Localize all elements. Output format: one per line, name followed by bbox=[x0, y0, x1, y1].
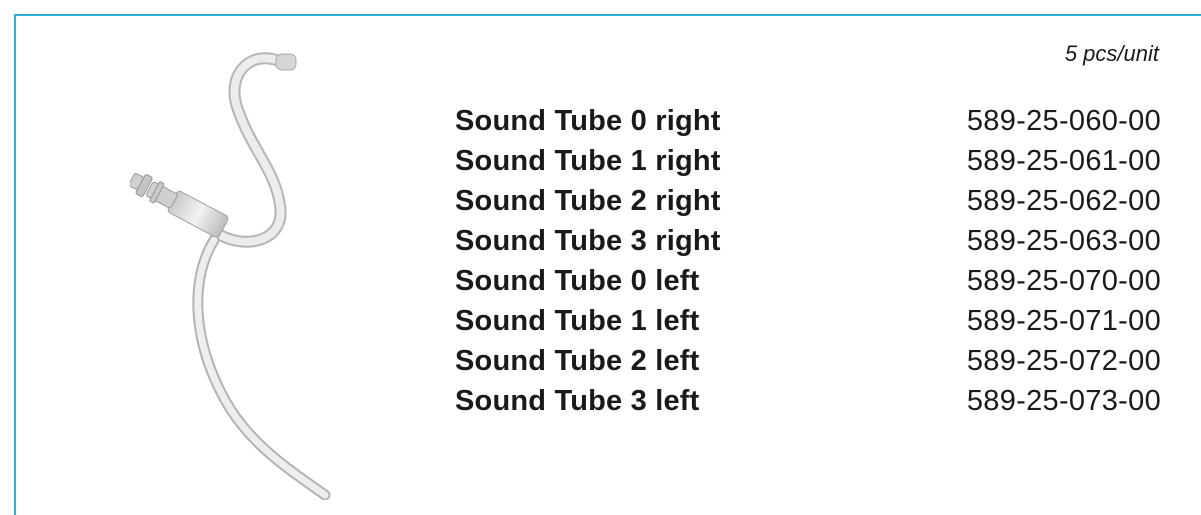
part-name: Sound Tube 0 left bbox=[455, 265, 700, 297]
part-number: 589-25-073-00 bbox=[966, 385, 1161, 417]
units-per-package-note: 5 pcs/unit bbox=[1064, 41, 1159, 66]
part-name: Sound Tube 3 left bbox=[455, 385, 700, 417]
part-row: Sound Tube 2 left 589-25-072-00 bbox=[455, 341, 1161, 381]
part-number: 589-25-060-00 bbox=[966, 105, 1161, 137]
part-row: Sound Tube 1 right 589-25-061-00 bbox=[455, 141, 1161, 181]
part-number: 589-25-061-00 bbox=[966, 145, 1161, 177]
part-name: Sound Tube 1 right bbox=[455, 145, 721, 177]
part-number: 589-25-071-00 bbox=[966, 305, 1161, 337]
part-number: 589-25-072-00 bbox=[966, 345, 1161, 377]
part-number: 589-25-070-00 bbox=[966, 265, 1161, 297]
part-row: Sound Tube 2 right 589-25-062-00 bbox=[455, 181, 1161, 221]
part-name: Sound Tube 3 right bbox=[455, 225, 721, 257]
parts-list: Sound Tube 0 right 589-25-060-00 Sound T… bbox=[455, 101, 1161, 421]
part-number: 589-25-063-00 bbox=[966, 225, 1161, 257]
part-number: 589-25-062-00 bbox=[966, 185, 1161, 217]
part-row: Sound Tube 3 right 589-25-063-00 bbox=[455, 221, 1161, 261]
part-name: Sound Tube 0 right bbox=[455, 105, 721, 137]
part-row: Sound Tube 1 left 589-25-071-00 bbox=[455, 301, 1161, 341]
part-row: Sound Tube 0 right 589-25-060-00 bbox=[455, 101, 1161, 141]
part-name: Sound Tube 1 left bbox=[455, 305, 700, 337]
sound-tube-illustration bbox=[130, 52, 331, 500]
part-row: Sound Tube 3 left 589-25-073-00 bbox=[455, 381, 1161, 421]
part-row: Sound Tube 0 left 589-25-070-00 bbox=[455, 261, 1161, 301]
part-name: Sound Tube 2 left bbox=[455, 345, 700, 377]
part-name: Sound Tube 2 right bbox=[455, 185, 721, 217]
